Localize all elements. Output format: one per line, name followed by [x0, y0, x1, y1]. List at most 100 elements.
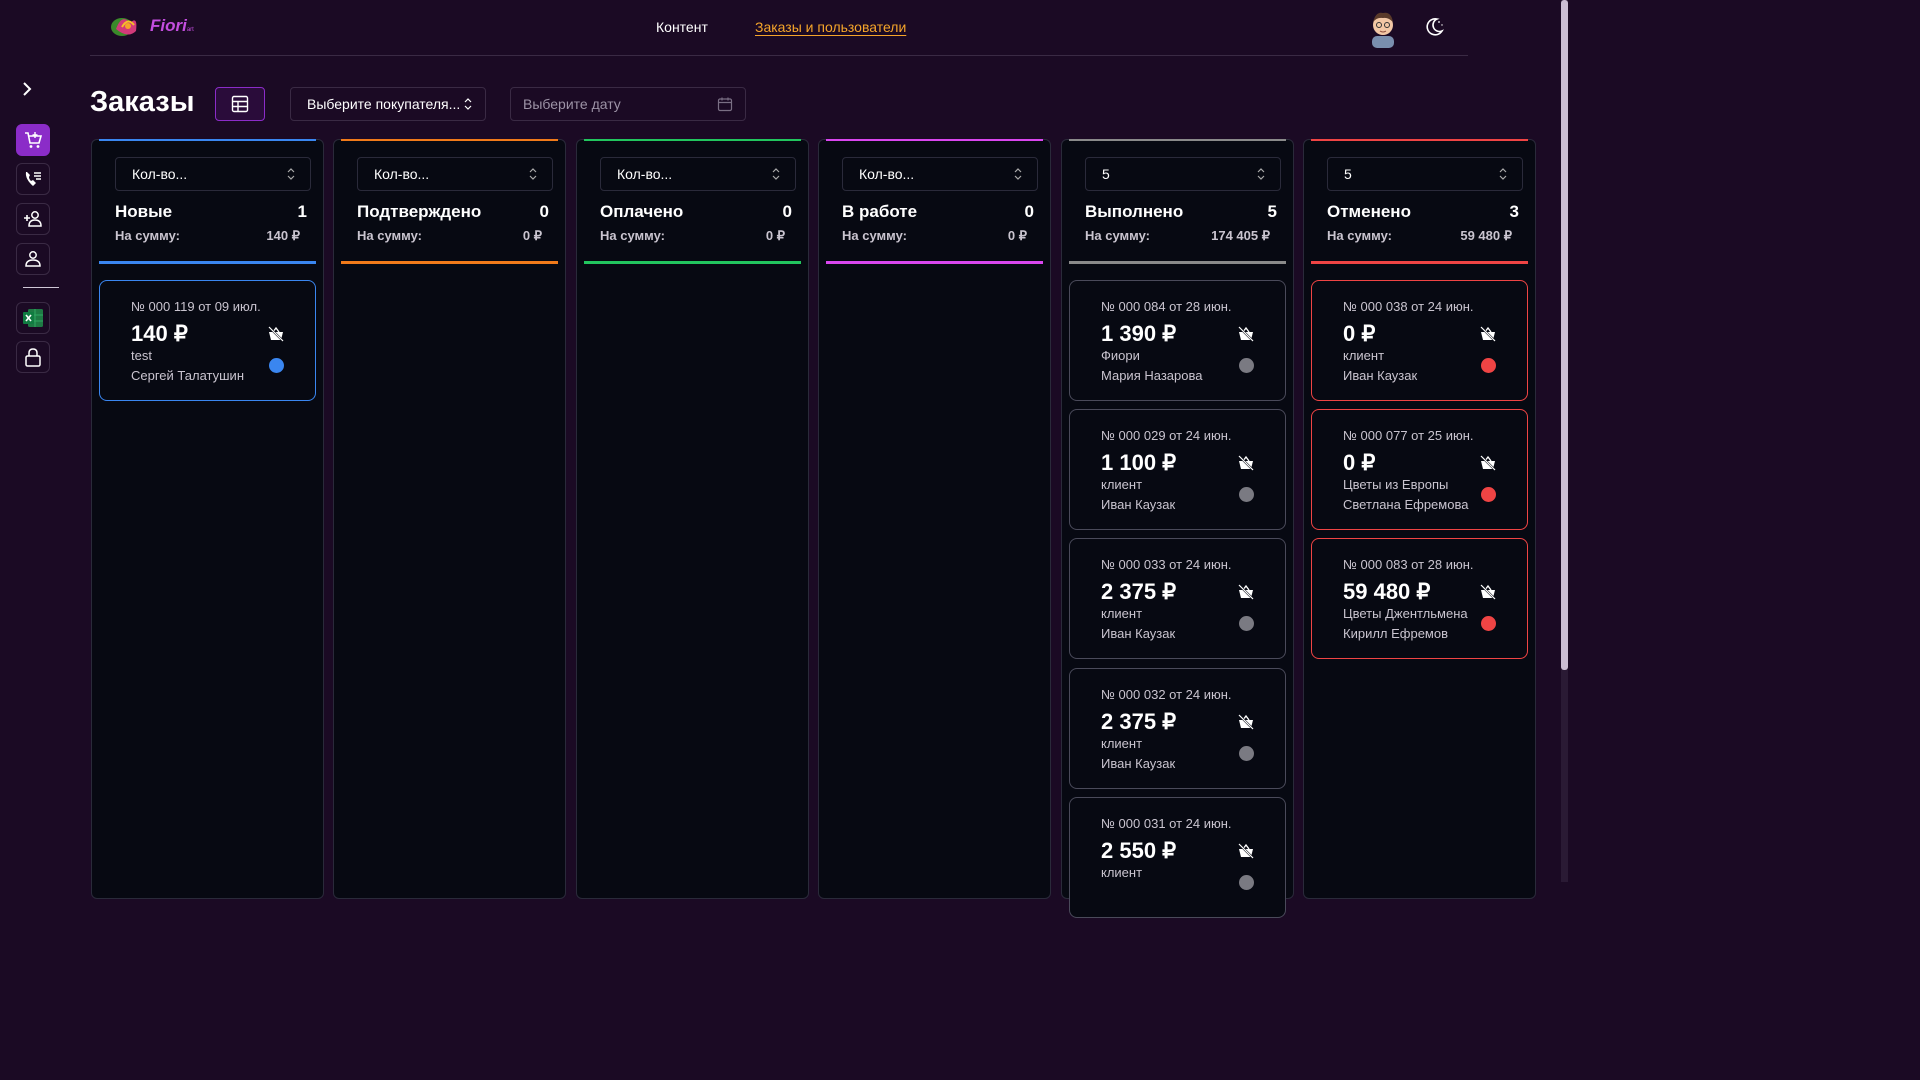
- order-card[interactable]: № 000 083 от 28 июн. 59 480 ₽ Цветы Джентл…: [1311, 538, 1528, 659]
- order-card[interactable]: № 000 033 от 24 июн. 2 375 ₽ клиент Иван Ка…: [1069, 538, 1286, 659]
- order-card[interactable]: № 000 077 от 25 июн. 0 ₽ Цветы из Европы Св…: [1311, 409, 1528, 530]
- column-new: Кол-во... Новые 1 На сумму: 140 ₽ № 000 119 о…: [91, 139, 324, 899]
- avatar[interactable]: [1368, 8, 1398, 48]
- sidebar-item-add-user[interactable]: [16, 203, 50, 235]
- order-client: Фиори: [1101, 348, 1140, 363]
- sidebar-expand-button[interactable]: [18, 80, 36, 98]
- column-sum-value: 0 ₽: [522, 228, 542, 243]
- column-count-select[interactable]: Кол-во...: [842, 157, 1038, 191]
- order-number: № 000 033 от 24 июн.: [1101, 557, 1232, 572]
- table-grid-icon: [231, 95, 249, 113]
- column-sum-value: 0 ₽: [1007, 228, 1027, 243]
- status-dot: [1239, 746, 1254, 761]
- column-count-select[interactable]: 5: [1085, 157, 1281, 191]
- column-sum-label: На сумму:: [357, 228, 422, 243]
- cart-icon: [25, 132, 43, 148]
- column-count: 0: [539, 202, 549, 221]
- column-count-select[interactable]: Кол-во...: [357, 157, 553, 191]
- column-title: Новые: [115, 202, 173, 221]
- scrollbar-thumb[interactable]: [1561, 0, 1568, 670]
- status-dot: [1481, 358, 1496, 373]
- page-title: Заказы: [90, 86, 195, 118]
- order-number: № 000 031 от 24 июн.: [1101, 816, 1232, 831]
- calendar-icon: [717, 97, 733, 112]
- sort-arrows-icon: [1499, 168, 1507, 180]
- nav-orders-users[interactable]: Заказы и пользователи: [755, 19, 906, 35]
- scrollbar[interactable]: [1561, 0, 1568, 882]
- sidebar-item-excel[interactable]: [16, 302, 50, 334]
- date-picker[interactable]: Выберите дату: [510, 87, 746, 121]
- order-card[interactable]: № 000 038 от 24 июн. 0 ₽ клиент Иван Каузак: [1311, 280, 1528, 401]
- no-delivery-icon: [1238, 843, 1254, 859]
- chevron-right-icon: [23, 82, 32, 96]
- order-user: Иван Каузак: [1101, 756, 1176, 771]
- column-title: В работе: [842, 202, 918, 221]
- order-user: Кирилл Ефремов: [1343, 626, 1449, 641]
- column-count: 0: [782, 202, 792, 221]
- column-top-line: [341, 139, 558, 141]
- column-top-line: [584, 139, 801, 141]
- order-number: № 000 119 от 09 июл.: [131, 299, 261, 314]
- column-bottom-line: [1069, 261, 1286, 264]
- order-user: Иван Каузак: [1343, 368, 1418, 383]
- logo-sub: art: [186, 27, 194, 33]
- column-bottom-line: [826, 261, 1043, 264]
- sort-arrows-icon: [1014, 168, 1022, 180]
- buyer-select[interactable]: Выберите покупателя...: [290, 87, 486, 121]
- order-client: клиент: [1101, 736, 1143, 751]
- column-count: 0: [1024, 202, 1034, 221]
- add-user-icon: [24, 211, 42, 227]
- order-price: 0 ₽: [1343, 450, 1376, 475]
- column-count-select-value: Кол-во...: [617, 166, 673, 182]
- status-dot: [1239, 875, 1254, 890]
- phone-list-icon: [25, 172, 41, 186]
- nav-content[interactable]: Контент: [656, 19, 708, 35]
- order-card[interactable]: № 000 119 от 09 июл. 140 ₽ test Сергей Тала…: [99, 280, 316, 401]
- column-sum-value: 59 480 ₽: [1460, 228, 1512, 243]
- logo[interactable]: Fiori art: [108, 9, 194, 43]
- sidebar-item-orders[interactable]: [16, 124, 50, 156]
- sidebar-item-calls[interactable]: [16, 163, 50, 195]
- status-dot: [1481, 487, 1496, 502]
- column-title: Подтверждено: [357, 202, 482, 221]
- status-dot: [1239, 487, 1254, 502]
- column-count: 5: [1267, 202, 1277, 221]
- sort-arrows-icon: [772, 168, 780, 180]
- column-sum-label: На сумму:: [1085, 228, 1150, 243]
- moon-icon: [1426, 18, 1444, 36]
- column-sum-label: На сумму:: [600, 228, 665, 243]
- no-delivery-icon: [1480, 455, 1496, 471]
- sidebar-item-lock[interactable]: [16, 341, 50, 373]
- column-paid: Кол-во... Оплачено 0 На сумму: 0 ₽: [576, 139, 809, 899]
- order-client: test: [131, 348, 152, 363]
- order-user: Иван Каузак: [1101, 497, 1176, 512]
- order-number: № 000 077 от 25 июн.: [1343, 428, 1474, 443]
- order-number: № 000 083 от 28 июн.: [1343, 557, 1474, 572]
- order-card[interactable]: № 000 032 от 24 июн. 2 375 ₽ клиент Иван Ка…: [1069, 668, 1286, 789]
- column-bottom-line: [99, 261, 316, 264]
- sort-arrows-icon: [529, 168, 537, 180]
- sidebar-item-users[interactable]: [16, 243, 50, 275]
- no-delivery-icon: [1238, 714, 1254, 730]
- column-sum-value: 0 ₽: [765, 228, 785, 243]
- column-title: Выполнено: [1085, 202, 1184, 221]
- column-count-select[interactable]: 5: [1327, 157, 1523, 191]
- column-count-select[interactable]: Кол-во...: [115, 157, 311, 191]
- status-dot: [269, 358, 284, 373]
- theme-toggle[interactable]: [1423, 16, 1445, 38]
- column-confirmed: Кол-во... Подтверждено 0 На сумму: 0 ₽: [333, 139, 566, 899]
- order-card[interactable]: № 000 084 от 28 июн. 1 390 ₽ Фиори Мария На…: [1069, 280, 1286, 401]
- column-sum-label: На сумму:: [842, 228, 907, 243]
- column-bottom-line: [341, 261, 558, 264]
- no-delivery-icon: [1480, 584, 1496, 600]
- order-price: 2 375 ₽: [1101, 579, 1177, 604]
- order-card[interactable]: № 000 029 от 24 июн. 1 100 ₽ клиент Иван Ка…: [1069, 409, 1286, 530]
- table-view-button[interactable]: [215, 87, 265, 121]
- column-top-line: [99, 139, 316, 141]
- no-delivery-icon: [268, 326, 284, 342]
- column-count-select[interactable]: Кол-во...: [600, 157, 796, 191]
- order-card[interactable]: № 000 031 от 24 июн. 2 550 ₽ клиент: [1069, 797, 1286, 918]
- no-delivery-icon: [1480, 326, 1496, 342]
- order-client: клиент: [1101, 606, 1143, 621]
- order-number: № 000 084 от 28 июн.: [1101, 299, 1232, 314]
